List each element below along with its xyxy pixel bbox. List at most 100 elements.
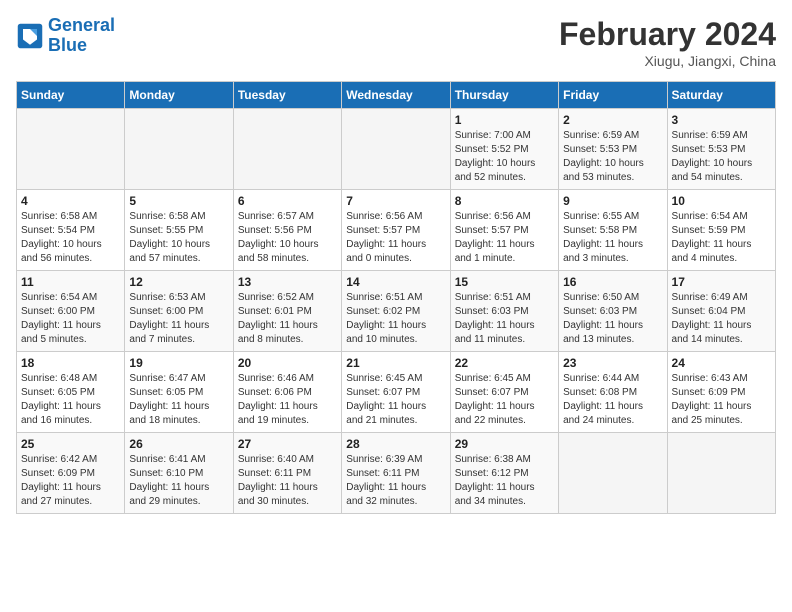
day-number: 11 — [21, 275, 120, 289]
day-number: 23 — [563, 356, 662, 370]
calendar-day-cell: 26Sunrise: 6:41 AM Sunset: 6:10 PM Dayli… — [125, 433, 233, 514]
day-number: 12 — [129, 275, 228, 289]
location-subtitle: Xiugu, Jiangxi, China — [559, 53, 776, 69]
day-info: Sunrise: 6:51 AM Sunset: 6:02 PM Dayligh… — [346, 291, 445, 347]
day-number: 14 — [346, 275, 445, 289]
calendar-day-cell: 8 Sunrise: 6:56 AM Sunset: 5:57 PM Daylig… — [450, 190, 558, 271]
day-info: Sunrise: 6:59 AM Sunset: 5:53 PM Dayligh… — [563, 129, 662, 185]
calendar-day-cell — [125, 109, 233, 190]
title-block: February 2024 Xiugu, Jiangxi, China — [559, 16, 776, 69]
day-number: 22 — [455, 356, 554, 370]
calendar-day-cell: 11 Sunrise: 6:54 AM Sunset: 6:00 PM Dayli… — [17, 271, 125, 352]
day-info: Sunrise: 7:00 AM Sunset: 5:52 PM Dayligh… — [455, 129, 554, 185]
month-title: February 2024 — [559, 16, 776, 53]
calendar-day-cell: 14 Sunrise: 6:51 AM Sunset: 6:02 PM Dayli… — [342, 271, 450, 352]
calendar-day-cell: 9 Sunrise: 6:55 AM Sunset: 5:58 PM Daylig… — [559, 190, 667, 271]
day-number: 8 — [455, 194, 554, 208]
day-info: Sunrise: 6:54 AM Sunset: 6:00 PM Dayligh… — [21, 291, 120, 347]
day-info: Sunrise: 6:42 AM Sunset: 6:09 PM Dayligh… — [21, 453, 120, 509]
calendar-day-cell: 15 Sunrise: 6:51 AM Sunset: 6:03 PM Dayli… — [450, 271, 558, 352]
day-info: Sunrise: 6:52 AM Sunset: 6:01 PM Dayligh… — [238, 291, 337, 347]
calendar-day-cell: 7Sunrise: 6:56 AM Sunset: 5:57 PM Daylig… — [342, 190, 450, 271]
day-info: Sunrise: 6:56 AM Sunset: 5:57 PM Dayligh… — [455, 210, 554, 266]
day-info: Sunrise: 6:58 AM Sunset: 5:54 PM Dayligh… — [21, 210, 120, 266]
calendar-day-cell: 1 Sunrise: 7:00 AM Sunset: 5:52 PM Daylig… — [450, 109, 558, 190]
weekday-header-cell: Wednesday — [342, 82, 450, 109]
day-number: 7 — [346, 194, 445, 208]
calendar-day-cell: 29 Sunrise: 6:38 AM Sunset: 6:12 PM Dayli… — [450, 433, 558, 514]
calendar-day-cell: 28 Sunrise: 6:39 AM Sunset: 6:11 PM Dayli… — [342, 433, 450, 514]
day-info: Sunrise: 6:51 AM Sunset: 6:03 PM Dayligh… — [455, 291, 554, 347]
day-info: Sunrise: 6:55 AM Sunset: 5:58 PM Dayligh… — [563, 210, 662, 266]
day-number: 28 — [346, 437, 445, 451]
weekday-header-cell: Thursday — [450, 82, 558, 109]
day-info: Sunrise: 6:57 AM Sunset: 5:56 PM Dayligh… — [238, 210, 337, 266]
calendar-day-cell: 12 Sunrise: 6:53 AM Sunset: 6:00 PM Dayli… — [125, 271, 233, 352]
day-number: 27 — [238, 437, 337, 451]
calendar-day-cell: 23 Sunrise: 6:44 AM Sunset: 6:08 PM Dayli… — [559, 352, 667, 433]
day-number: 1 — [455, 113, 554, 127]
day-info: Sunrise: 6:40 AM Sunset: 6:11 PM Dayligh… — [238, 453, 337, 509]
calendar-day-cell: 19 Sunrise: 6:47 AM Sunset: 6:05 PM Dayli… — [125, 352, 233, 433]
calendar-day-cell: 24 Sunrise: 6:43 AM Sunset: 6:09 PM Dayli… — [667, 352, 775, 433]
weekday-header-cell: Monday — [125, 82, 233, 109]
day-info: Sunrise: 6:43 AM Sunset: 6:09 PM Dayligh… — [672, 372, 771, 428]
weekday-header-cell: Sunday — [17, 82, 125, 109]
day-number: 19 — [129, 356, 228, 370]
day-info: Sunrise: 6:44 AM Sunset: 6:08 PM Dayligh… — [563, 372, 662, 428]
day-number: 20 — [238, 356, 337, 370]
calendar-day-cell: 21Sunrise: 6:45 AM Sunset: 6:07 PM Dayli… — [342, 352, 450, 433]
calendar-day-cell: 10 Sunrise: 6:54 AM Sunset: 5:59 PM Dayli… — [667, 190, 775, 271]
calendar-week-row: 18 Sunrise: 6:48 AM Sunset: 6:05 PM Dayli… — [17, 352, 776, 433]
day-number: 29 — [455, 437, 554, 451]
day-number: 25 — [21, 437, 120, 451]
calendar-body: 1 Sunrise: 7:00 AM Sunset: 5:52 PM Daylig… — [17, 109, 776, 514]
calendar-day-cell: 6Sunrise: 6:57 AM Sunset: 5:56 PM Daylig… — [233, 190, 341, 271]
day-number: 21 — [346, 356, 445, 370]
day-number: 24 — [672, 356, 771, 370]
calendar-day-cell: 2 Sunrise: 6:59 AM Sunset: 5:53 PM Daylig… — [559, 109, 667, 190]
weekday-header-cell: Friday — [559, 82, 667, 109]
weekday-header-cell: Tuesday — [233, 82, 341, 109]
calendar-day-cell — [559, 433, 667, 514]
day-number: 17 — [672, 275, 771, 289]
day-number: 2 — [563, 113, 662, 127]
calendar-day-cell: 4 Sunrise: 6:58 AM Sunset: 5:54 PM Daylig… — [17, 190, 125, 271]
calendar-day-cell: 13Sunrise: 6:52 AM Sunset: 6:01 PM Dayli… — [233, 271, 341, 352]
calendar-day-cell: 16 Sunrise: 6:50 AM Sunset: 6:03 PM Dayli… — [559, 271, 667, 352]
day-number: 18 — [21, 356, 120, 370]
day-info: Sunrise: 6:39 AM Sunset: 6:11 PM Dayligh… — [346, 453, 445, 509]
calendar-day-cell — [17, 109, 125, 190]
calendar-day-cell: 5Sunrise: 6:58 AM Sunset: 5:55 PM Daylig… — [125, 190, 233, 271]
day-info: Sunrise: 6:38 AM Sunset: 6:12 PM Dayligh… — [455, 453, 554, 509]
day-info: Sunrise: 6:54 AM Sunset: 5:59 PM Dayligh… — [672, 210, 771, 266]
calendar-day-cell — [233, 109, 341, 190]
day-number: 16 — [563, 275, 662, 289]
weekday-header-cell: Saturday — [667, 82, 775, 109]
calendar-day-cell: 18 Sunrise: 6:48 AM Sunset: 6:05 PM Dayli… — [17, 352, 125, 433]
day-number: 5 — [129, 194, 228, 208]
day-info: Sunrise: 6:49 AM Sunset: 6:04 PM Dayligh… — [672, 291, 771, 347]
calendar-week-row: 11 Sunrise: 6:54 AM Sunset: 6:00 PM Dayli… — [17, 271, 776, 352]
calendar-day-cell: 3 Sunrise: 6:59 AM Sunset: 5:53 PM Daylig… — [667, 109, 775, 190]
day-info: Sunrise: 6:53 AM Sunset: 6:00 PM Dayligh… — [129, 291, 228, 347]
day-number: 10 — [672, 194, 771, 208]
day-info: Sunrise: 6:41 AM Sunset: 6:10 PM Dayligh… — [129, 453, 228, 509]
day-number: 4 — [21, 194, 120, 208]
calendar-week-row: 25 Sunrise: 6:42 AM Sunset: 6:09 PM Dayli… — [17, 433, 776, 514]
calendar-day-cell: 25 Sunrise: 6:42 AM Sunset: 6:09 PM Dayli… — [17, 433, 125, 514]
day-number: 3 — [672, 113, 771, 127]
day-number: 9 — [563, 194, 662, 208]
calendar-table: SundayMondayTuesdayWednesdayThursdayFrid… — [16, 81, 776, 514]
day-info: Sunrise: 6:59 AM Sunset: 5:53 PM Dayligh… — [672, 129, 771, 185]
calendar-week-row: 1 Sunrise: 7:00 AM Sunset: 5:52 PM Daylig… — [17, 109, 776, 190]
day-info: Sunrise: 6:48 AM Sunset: 6:05 PM Dayligh… — [21, 372, 120, 428]
day-info: Sunrise: 6:47 AM Sunset: 6:05 PM Dayligh… — [129, 372, 228, 428]
calendar-day-cell: 20 Sunrise: 6:46 AM Sunset: 6:06 PM Dayli… — [233, 352, 341, 433]
day-info: Sunrise: 6:46 AM Sunset: 6:06 PM Dayligh… — [238, 372, 337, 428]
calendar-day-cell — [667, 433, 775, 514]
day-number: 15 — [455, 275, 554, 289]
day-info: Sunrise: 6:45 AM Sunset: 6:07 PM Dayligh… — [455, 372, 554, 428]
day-info: Sunrise: 6:50 AM Sunset: 6:03 PM Dayligh… — [563, 291, 662, 347]
calendar-day-cell — [342, 109, 450, 190]
